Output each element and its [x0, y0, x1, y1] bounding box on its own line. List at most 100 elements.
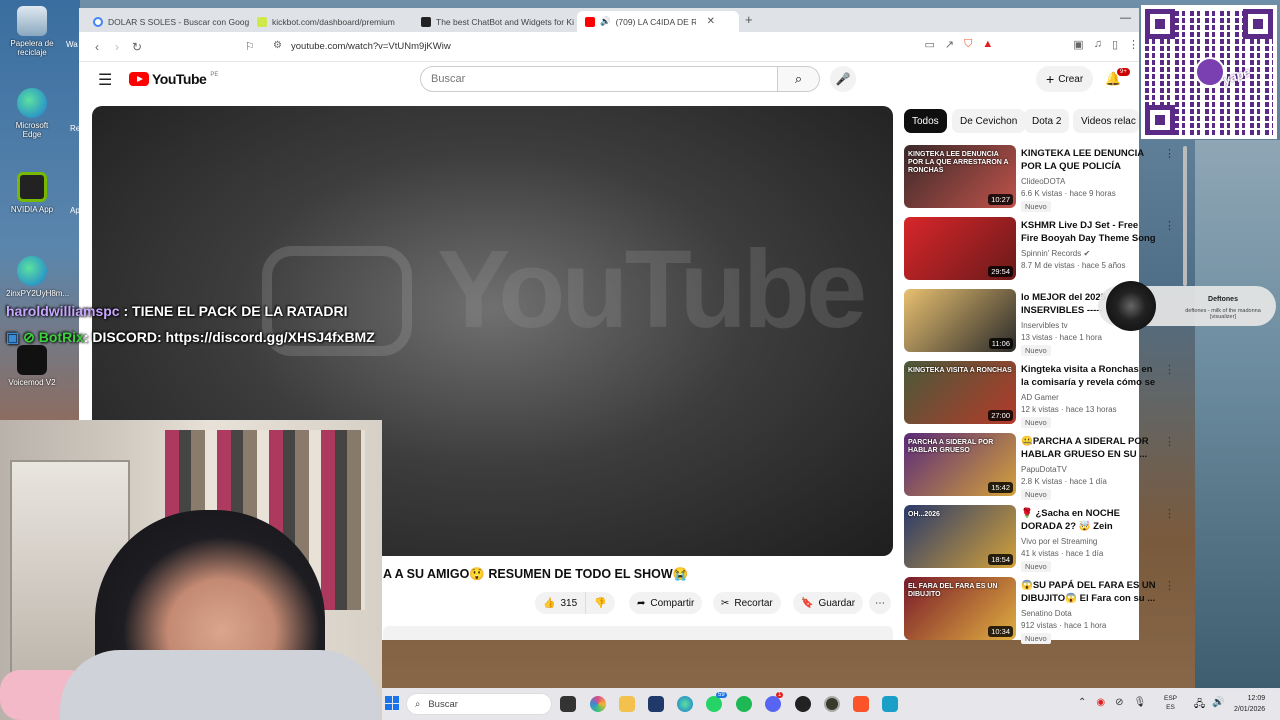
- bookmark-icon[interactable]: ⚐: [245, 40, 255, 53]
- tray-app-icon[interactable]: ◉: [1096, 697, 1105, 708]
- dislike-button[interactable]: 👎: [585, 592, 615, 614]
- address-bar-actions: ▭ ↗ ⛉ ▲ ▣ ♫ ▯ ⋮: [925, 38, 1139, 51]
- clip-button[interactable]: ✂ Recortar: [713, 592, 781, 614]
- more-options-icon[interactable]: ⋮: [1164, 147, 1175, 160]
- more-options-icon[interactable]: ⋮: [1164, 219, 1175, 232]
- edge-profile-shortcut[interactable]: 2inxPY2UyH8m...: [6, 256, 69, 298]
- language-indicator[interactable]: ESP ES: [1164, 694, 1177, 712]
- chip-cevichon[interactable]: De Cevichon: [952, 109, 1026, 133]
- tab-chatbot[interactable]: The best ChatBot and Widgets for Ki: [413, 11, 577, 32]
- more-actions-button[interactable]: ⋯: [869, 592, 891, 614]
- recommendation-item[interactable]: 29:54 KSHMR Live DJ Set - Free Fire Booya…: [904, 217, 1175, 283]
- tab-google[interactable]: DOLAR S SOLES - Buscar con Google: [85, 11, 249, 32]
- voice-search-button[interactable]: 🎤: [830, 66, 856, 92]
- mic-icon[interactable]: 🎙: [1134, 697, 1147, 708]
- recycle-bin-shortcut[interactable]: Papelera de reciclaje: [6, 6, 58, 57]
- new-tab-button[interactable]: +: [745, 12, 753, 27]
- brave-icon[interactable]: [853, 696, 869, 712]
- more-options-icon[interactable]: ⋮: [1164, 363, 1175, 376]
- channel-name[interactable]: PapuDotaTV: [1021, 465, 1067, 474]
- spotify-icon[interactable]: [736, 696, 752, 712]
- recommendation-item[interactable]: OH...2026 18:54 🌹 ¿Sacha en NOCHE DORADA 2…: [904, 505, 1175, 572]
- channel-name[interactable]: AD Gamer: [1021, 393, 1059, 402]
- video-title[interactable]: KSHMR Live DJ Set - Free Fire Booyah Day…: [1021, 219, 1156, 245]
- tab-youtube-active[interactable]: 🔊 (709) LA C4IDA DE RONCHAS ✕: [577, 11, 739, 32]
- share-button[interactable]: ➦ Compartir: [629, 592, 703, 614]
- chip-dota2[interactable]: Dota 2: [1024, 109, 1070, 133]
- video-title[interactable]: 🤐PARCHA A SIDERAL POR HABLAR GRUESO EN S…: [1021, 435, 1156, 461]
- video-title[interactable]: Kingteka visita a Ronchas en la comisarí…: [1021, 363, 1156, 389]
- recommendation-item[interactable]: KINGTEKA LEE DENUNCIA POR LA QUE ARRESTA…: [904, 145, 1175, 212]
- create-button[interactable]: + Crear: [1036, 66, 1094, 92]
- more-options-icon[interactable]: ⋮: [1164, 579, 1175, 592]
- video-thumbnail[interactable]: OH...2026 18:54: [904, 505, 1016, 568]
- video-thumbnail[interactable]: EL FARA DEL FARA ES UN DIBUJITO 10:34: [904, 577, 1016, 640]
- minimize-icon[interactable]: —: [1120, 12, 1131, 24]
- url-field[interactable]: youtube.com/watch?v=VtUNm9jKWiw: [291, 41, 451, 52]
- channel-name[interactable]: Spinnin' Records: [1021, 249, 1081, 258]
- sidebar-scrollbar[interactable]: [1183, 146, 1187, 286]
- recommendation-item[interactable]: KINGTEKA VISITA A RONCHAS 27:00 Kingteka v…: [904, 361, 1175, 428]
- edge-icon[interactable]: [677, 696, 693, 712]
- obs-icon[interactable]: [795, 696, 811, 712]
- channel-name[interactable]: Senatino Dota: [1021, 609, 1072, 618]
- system-tray: ⌃ ◉ ⊘ 🎙: [1078, 697, 1146, 708]
- share-icon[interactable]: ↗: [945, 38, 954, 51]
- notepad-icon[interactable]: [882, 696, 898, 712]
- forward-icon[interactable]: ›: [107, 40, 127, 54]
- back-icon[interactable]: ‹: [87, 40, 107, 54]
- search-button[interactable]: ⌕: [778, 66, 820, 92]
- wallet-icon[interactable]: ▣: [1073, 38, 1083, 51]
- recommendation-item[interactable]: PARCHA A SIDERAL POR HABLAR GRUESO 15:42 🤐…: [904, 433, 1175, 500]
- video-title[interactable]: 🌹 ¿Sacha en NOCHE DORADA 2? 🤯 Zein RECIB…: [1021, 507, 1156, 533]
- chip-related[interactable]: Videos relac: [1073, 109, 1139, 133]
- tab-kickbot[interactable]: kickbot.com/dashboard/premium: [249, 11, 413, 32]
- chip-all[interactable]: Todos: [904, 109, 947, 133]
- video-thumbnail[interactable]: 11:06: [904, 289, 1016, 352]
- chevron-up-icon[interactable]: ⌃: [1078, 697, 1086, 708]
- video-thumbnail[interactable]: KINGTEKA VISITA A RONCHAS 27:00: [904, 361, 1016, 424]
- youtube-logo[interactable]: YouTube PE: [129, 71, 218, 87]
- menu-icon[interactable]: ☰: [98, 70, 112, 90]
- voicemod-shortcut[interactable]: Voicemod V2: [6, 345, 58, 387]
- search-input[interactable]: Buscar: [420, 66, 778, 92]
- site-info-icon[interactable]: ⚙: [273, 40, 282, 51]
- channel-name[interactable]: Inservibles tv: [1021, 321, 1068, 330]
- channel-name[interactable]: ClideoDOTA: [1021, 177, 1065, 186]
- network-icon[interactable]: 🖧: [1194, 697, 1205, 714]
- copilot-icon[interactable]: [590, 696, 606, 712]
- channel-name[interactable]: Vivo por el Streaming: [1021, 537, 1097, 546]
- app-icon[interactable]: [824, 696, 840, 712]
- like-button[interactable]: 👍 315: [535, 592, 586, 614]
- task-view-icon[interactable]: [560, 696, 576, 712]
- brave-shield-icon[interactable]: ⛉: [964, 38, 972, 51]
- system-clock[interactable]: 12:09 2/01/2026: [1234, 693, 1265, 715]
- reload-icon[interactable]: ↻: [127, 40, 147, 54]
- extensions-icon[interactable]: ⋮: [1128, 38, 1139, 51]
- edge-shortcut[interactable]: Microsoft Edge: [6, 88, 58, 139]
- whatsapp-icon[interactable]: [706, 696, 722, 712]
- close-tab-icon[interactable]: ✕: [707, 16, 715, 27]
- video-thumbnail[interactable]: 29:54: [904, 217, 1016, 280]
- discord-icon[interactable]: [765, 696, 781, 712]
- tray-disabled-icon[interactable]: ⊘: [1115, 697, 1123, 708]
- nvidia-app-shortcut[interactable]: NVIDIA App: [6, 172, 58, 214]
- more-options-icon[interactable]: ⋮: [1164, 507, 1175, 520]
- store-icon[interactable]: [648, 696, 664, 712]
- recommendation-item[interactable]: EL FARA DEL FARA ES UN DIBUJITO 10:34 😱SU …: [904, 577, 1175, 644]
- windows-start-icon[interactable]: [385, 696, 399, 710]
- file-explorer-icon[interactable]: [619, 696, 635, 712]
- video-title[interactable]: 😱SU PAPÁ DEL FARA ES UN DIBUJITO😱 El Far…: [1021, 579, 1156, 605]
- screen-icon[interactable]: ▭: [925, 38, 935, 51]
- video-thumbnail[interactable]: KINGTEKA LEE DENUNCIA POR LA QUE ARRESTA…: [904, 145, 1016, 208]
- save-button[interactable]: 🔖 Guardar: [793, 592, 864, 614]
- rewards-icon[interactable]: ▲: [982, 38, 993, 51]
- volume-icon[interactable]: 🔊: [1212, 697, 1224, 708]
- more-options-icon[interactable]: ⋮: [1164, 435, 1175, 448]
- video-thumbnail[interactable]: PARCHA A SIDERAL POR HABLAR GRUESO 15:42: [904, 433, 1016, 496]
- sidebar-icon[interactable]: ▯: [1112, 38, 1118, 51]
- taskbar-search[interactable]: ⌕ Buscar: [406, 693, 552, 715]
- video-title[interactable]: KINGTEKA LEE DENUNCIA POR LA QUE POLICÍA…: [1021, 147, 1156, 173]
- media-icon[interactable]: ♫: [1094, 38, 1102, 51]
- description-box[interactable]: [383, 626, 893, 640]
